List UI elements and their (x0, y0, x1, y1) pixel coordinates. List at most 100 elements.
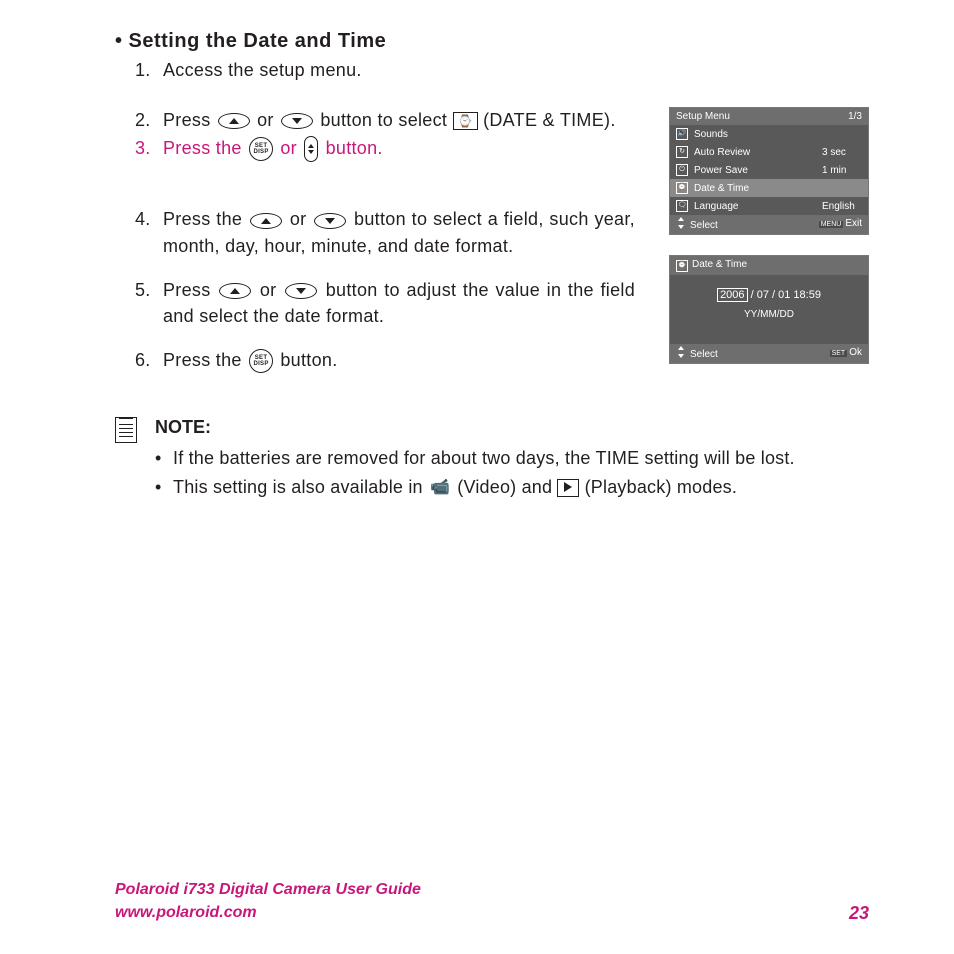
auto-review-icon: ↻ (676, 146, 688, 158)
step-text-d: (DATE & TIME). (483, 110, 616, 130)
power-save-icon: ⏻ (676, 164, 688, 176)
step-text-b: or (280, 138, 302, 158)
step-number: 4. (135, 206, 151, 232)
playback-mode-icon (557, 479, 579, 497)
lcd-body: 🔊 Sounds ↻ Auto Review 3 sec ⏻ Power Sav… (670, 125, 868, 215)
date-time-icon: ⌚ (676, 260, 688, 272)
date-time-lcd: ⌚ Date & Time 2006 / 07 / 01 18:59 YY/MM/… (669, 255, 869, 364)
menu-row-power-save: ⏻ Power Save 1 min (670, 161, 868, 179)
step-4: 4. Press the or button to select a field… (135, 206, 635, 258)
sounds-icon: 🔊 (676, 128, 688, 140)
down-button-icon (285, 283, 317, 299)
footer-left: Polaroid i733 Digital Camera User Guide … (115, 879, 421, 924)
step-text-b: or (257, 110, 279, 130)
up-button-icon (250, 213, 282, 229)
footer-title: Polaroid i733 Digital Camera User Guide (115, 879, 421, 901)
select-hint: Select (676, 218, 718, 231)
step-text-a: Press the (163, 350, 247, 370)
note-section: NOTE: If the batteries are removed for a… (115, 417, 869, 502)
menu-row-auto-review: ↻ Auto Review 3 sec (670, 143, 868, 161)
right-button-icon (304, 136, 318, 162)
step-text-b: button. (280, 350, 337, 370)
ok-hint: SETOk (830, 347, 862, 360)
note-item-1: If the batteries are removed for about t… (155, 444, 869, 473)
ok-label: Ok (849, 347, 862, 358)
step-3: 3. Press the SET DISP or button. (135, 135, 635, 162)
set-disp-button-icon: SET DISP (249, 137, 273, 161)
down-button-icon (281, 113, 313, 129)
lcd-titlebar: Setup Menu 1/3 (670, 108, 868, 125)
step-number: 1. (135, 57, 151, 83)
menu-badge: MENU (819, 221, 844, 228)
up-button-icon (219, 283, 251, 299)
step-text: Access the setup menu. (163, 60, 362, 80)
step-text-a: Press (163, 280, 217, 300)
note-text-b: (Video) and (457, 477, 557, 497)
exit-hint: MENUExit (819, 218, 862, 231)
select-label: Select (690, 349, 718, 360)
disp-label: DISP (253, 361, 268, 367)
lcd-titlebar: ⌚ Date & Time (670, 256, 868, 275)
lcd-footerbar: Select MENUExit (670, 215, 868, 234)
section-heading: •Setting the Date and Time (115, 30, 869, 53)
bullet-icon: • (115, 30, 123, 52)
year-field: 2006 (717, 288, 747, 302)
step-number: 3. (135, 135, 151, 161)
step-text-a: Press the (163, 138, 247, 158)
set-disp-button-icon: SET DISP (249, 349, 273, 373)
lcd-footerbar: Select SETOk (670, 344, 868, 363)
updown-icon (676, 218, 686, 228)
lcd-screenshots: Setup Menu 1/3 🔊 Sounds ↻ Auto Review 3 … (669, 107, 869, 384)
step-6: 6. Press the SET DISP button. (135, 347, 635, 373)
row-label: Language (694, 201, 816, 212)
down-button-icon (314, 213, 346, 229)
date-format: YY/MM/DD (670, 309, 868, 344)
step-text-b: or (260, 280, 283, 300)
row-value: 1 min (822, 165, 862, 176)
date-time-icon: ⌚ (676, 182, 688, 194)
step-1: 1. Access the setup menu. (135, 57, 635, 83)
date-display: 2006 / 07 / 01 18:59 (670, 275, 868, 309)
set-badge: SET (830, 350, 848, 357)
menu-row-sounds: 🔊 Sounds (670, 125, 868, 143)
step-number: 2. (135, 107, 151, 133)
step-text-a: Press the (163, 209, 248, 229)
up-button-icon (218, 113, 250, 129)
step-text-a: Press (163, 110, 216, 130)
lcd-page: 1/3 (848, 111, 862, 122)
row-label: Sounds (694, 129, 816, 140)
note-text-c: (Playback) modes. (585, 477, 737, 497)
note-item-2: This setting is also available in 📹 (Vid… (155, 473, 869, 502)
updown-icon (676, 347, 686, 357)
row-label: Auto Review (694, 147, 816, 158)
select-hint: Select (676, 347, 718, 360)
page-number: 23 (849, 903, 869, 924)
note-list: If the batteries are removed for about t… (155, 444, 869, 502)
step-2: 2. Press or button to select ⌚ (DATE & T… (135, 107, 635, 133)
video-mode-icon: 📹 (430, 475, 450, 501)
title-text: Date & Time (692, 259, 747, 270)
note-text-a: This setting is also available in (173, 477, 428, 497)
lcd-title: Setup Menu (676, 111, 730, 122)
step-number: 6. (135, 347, 151, 373)
row-label: Power Save (694, 165, 816, 176)
select-label: Select (690, 220, 718, 231)
page-footer: Polaroid i733 Digital Camera User Guide … (115, 879, 869, 924)
date-time-icon: ⌚ (453, 112, 478, 130)
step-text-c: button. (326, 138, 383, 158)
menu-row-date-time: ⌚ Date & Time (670, 179, 868, 197)
lcd-title: ⌚ Date & Time (676, 259, 747, 272)
note-icon (115, 417, 137, 443)
step-text-c: button to select (320, 110, 452, 130)
row-label: Date & Time (694, 183, 816, 194)
footer-url: www.polaroid.com (115, 902, 421, 924)
language-icon: 🗨 (676, 200, 688, 212)
note-title: NOTE: (155, 417, 869, 438)
step-number: 5. (135, 277, 151, 303)
exit-label: Exit (845, 218, 862, 229)
note-text: If the batteries are removed for about t… (173, 448, 795, 468)
menu-row-language: 🗨 Language English (670, 197, 868, 215)
step-5: 5. Press or button to adjust the value i… (135, 277, 635, 329)
row-value: 3 sec (822, 147, 862, 158)
row-value: English (822, 201, 862, 212)
